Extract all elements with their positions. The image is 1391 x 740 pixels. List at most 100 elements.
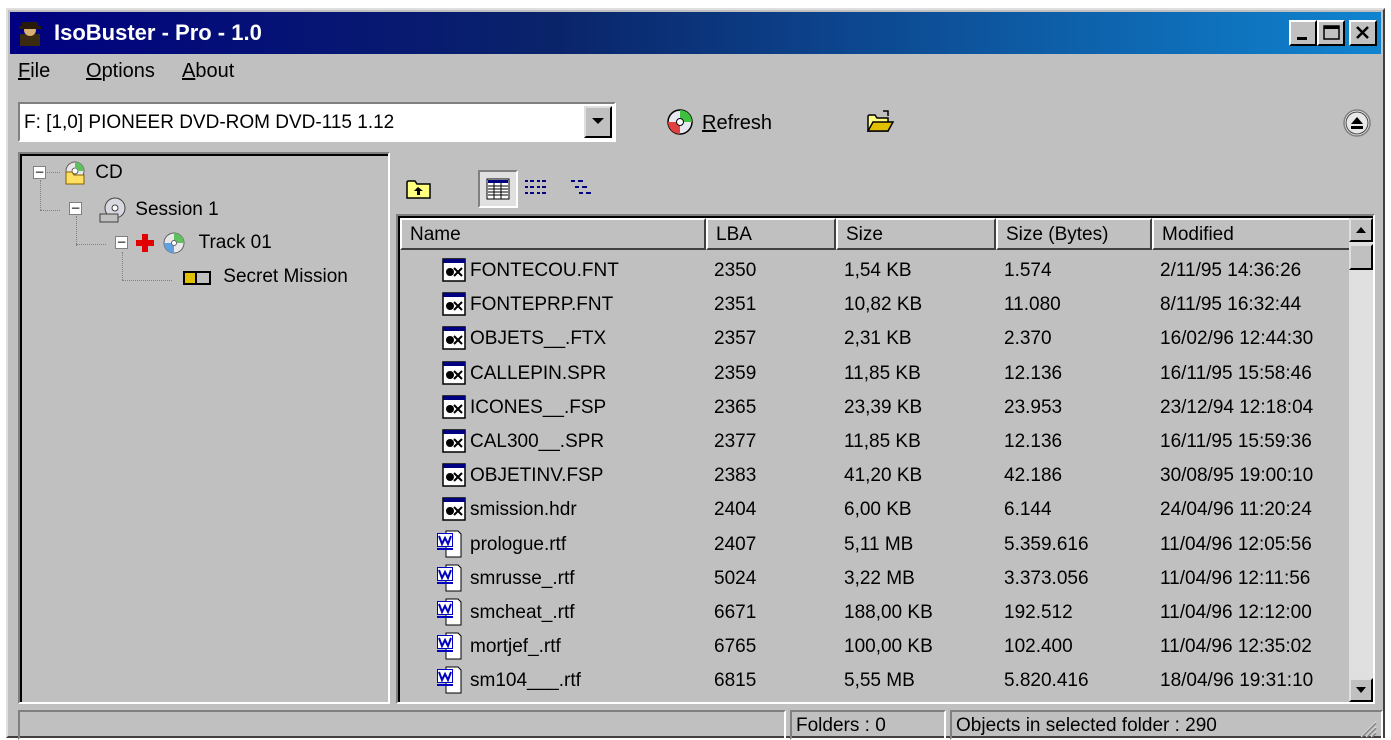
drive-select[interactable]: F: [1,0] PIONEER DVD-ROM DVD-115 1.12 — [18, 102, 616, 142]
file-pane: Name LBA Size Size (Bytes) Modified FONT… — [396, 152, 1375, 704]
file-row[interactable]: smrusse_.rtf 5024 3,22 MB 3.373.056 11/04/96… — [400, 562, 1352, 596]
file-row[interactable]: FONTECOU.FNT 2350 1,54 KB 1.574 2/11/95 14:3… — [400, 254, 1352, 288]
file-row[interactable]: CALLEPIN.SPR 2359 11,85 KB 12.136 16/11/95 1… — [400, 357, 1352, 391]
tree-node-cd[interactable]: CD — [62, 160, 123, 186]
file-size-bytes: 12.136 — [1004, 431, 1063, 452]
file-size-bytes: 5.359.616 — [1004, 533, 1089, 555]
tree-line — [76, 216, 77, 246]
folder-up-icon[interactable] — [406, 178, 432, 200]
scroll-thumb[interactable] — [1349, 244, 1373, 270]
file-size: 5,11 MB — [844, 533, 914, 555]
file-row[interactable]: ICONES__.FSP 2365 23,39 KB 23.953 23/12/94 1… — [400, 391, 1352, 425]
tree-collapse-toggle[interactable]: − — [115, 236, 128, 249]
word-document-icon — [437, 632, 462, 660]
status-panel-main — [18, 710, 786, 740]
file-size-bytes: 102.400 — [1004, 636, 1073, 658]
tree-view-icon[interactable] — [570, 178, 594, 200]
file-name: smcheat_.rtf — [470, 602, 575, 623]
file-size-bytes: 42.186 — [1004, 465, 1063, 487]
tree-collapse-toggle[interactable]: − — [69, 202, 82, 215]
file-lba: 2407 — [714, 533, 757, 555]
file-name: CAL300__.SPR — [470, 431, 605, 452]
column-header-size[interactable]: Size — [836, 218, 996, 250]
file-lba: 6671 — [714, 602, 757, 623]
file-size: 2,31 KB — [844, 328, 912, 350]
file-lba: 6765 — [714, 636, 757, 658]
scroll-down-button[interactable] — [1349, 678, 1373, 702]
menu-options-label: ptions — [101, 60, 155, 82]
tree-pane[interactable]: − CD − Session 1 − Track 01 Secret Missi… — [18, 152, 390, 704]
menu-file[interactable]: File — [18, 60, 50, 83]
file-row[interactable]: sm104___.rtf 6815 5,55 MB 5.820.416 18/04/96… — [400, 664, 1352, 698]
refresh-label: Refresh — [702, 112, 772, 135]
menu-about[interactable]: About — [182, 60, 234, 83]
drive-dropdown-button[interactable] — [584, 106, 612, 138]
file-size: 11,85 KB — [844, 431, 921, 452]
file-size-bytes: 192.512 — [1004, 602, 1073, 623]
column-header-lba[interactable]: LBA — [706, 218, 836, 250]
tree-node-session[interactable]: Session 1 — [98, 196, 219, 224]
file-modified: 24/04/96 11:20:24 — [1160, 499, 1312, 521]
file-modified: 11/04/96 12:05:56 — [1160, 533, 1312, 555]
arrow-down-icon — [1356, 687, 1366, 693]
menu-options-accel: O — [86, 60, 102, 82]
red-cross-icon — [136, 234, 154, 252]
column-header-modified[interactable]: Modified — [1152, 218, 1352, 250]
file-size-bytes: 6.144 — [1004, 499, 1052, 521]
executable-file-icon — [442, 326, 466, 351]
file-lba: 2365 — [714, 396, 757, 418]
tree-node-volume[interactable]: Secret Mission — [182, 266, 348, 288]
file-size-bytes: 1.574 — [1004, 260, 1052, 281]
close-icon — [1356, 26, 1369, 39]
tree-line — [40, 180, 41, 210]
arrow-up-icon — [1356, 227, 1366, 233]
file-size: 11,85 KB — [844, 362, 921, 384]
minimize-button[interactable] — [1289, 20, 1317, 46]
menu-options[interactable]: Options — [86, 60, 155, 83]
file-lba: 2377 — [714, 431, 757, 452]
word-document-icon — [437, 530, 462, 558]
open-folder-icon[interactable] — [866, 110, 894, 134]
status-objects: Objects in selected folder : 290 — [950, 710, 1383, 740]
file-row[interactable]: mortjef_.rtf 6765 100,00 KB 102.400 11/04/96… — [400, 630, 1352, 664]
title-bar[interactable]: IsoBuster - Pro - 1.0 — [10, 12, 1381, 54]
tree-node-track[interactable]: Track 01 — [134, 230, 272, 256]
file-row[interactable]: OBJETINV.FSP 2383 41,20 KB 42.186 30/08/95 1… — [400, 459, 1352, 493]
vertical-scrollbar[interactable] — [1349, 218, 1373, 702]
file-lba: 5024 — [714, 567, 757, 589]
file-row[interactable]: OBJETS__.FTX 2357 2,31 KB 2.370 16/02/96 12:… — [400, 322, 1352, 356]
file-row[interactable]: smcheat_.rtf 6671 188,00 KB 192.512 11/04/96… — [400, 596, 1352, 630]
file-row[interactable]: prologue.rtf 2407 5,11 MB 5.359.616 11/04/96… — [400, 528, 1352, 562]
resize-grip-icon[interactable] — [1357, 718, 1377, 738]
list-view-icon[interactable] — [524, 178, 548, 200]
file-row[interactable]: FONTEPRP.FNT 2351 10,82 KB 11.080 8/11/95 16… — [400, 288, 1352, 322]
view-toolbar — [396, 152, 1375, 214]
file-name: ICONES__.FSP — [470, 396, 607, 418]
refresh-button[interactable]: Refresh — [662, 106, 792, 138]
tree-node-volume-label: Secret Mission — [223, 266, 348, 288]
file-list[interactable]: Name LBA Size Size (Bytes) Modified FONT… — [396, 214, 1375, 704]
maximize-button[interactable] — [1317, 20, 1345, 46]
drive-select-value: F: [1,0] PIONEER DVD-ROM DVD-115 1.12 — [24, 112, 395, 133]
file-modified: 2/11/95 14:36:26 — [1160, 260, 1302, 281]
file-lba: 2359 — [714, 362, 757, 384]
file-size: 6,00 KB — [844, 499, 912, 521]
cd-refresh-icon — [667, 109, 693, 135]
column-header-row: Name LBA Size Size (Bytes) Modified — [400, 218, 1352, 250]
column-header-name[interactable]: Name — [400, 218, 706, 250]
menu-about-label: bout — [195, 60, 235, 82]
executable-file-icon — [442, 292, 466, 316]
file-lba: 2383 — [714, 465, 757, 487]
tree-inner: − CD − Session 1 − Track 01 Secret Missi… — [20, 154, 388, 702]
scroll-up-button[interactable] — [1349, 218, 1373, 242]
file-row[interactable]: smission.hdr 2404 6,00 KB 6.144 24/04/96 11:… — [400, 493, 1352, 527]
file-row[interactable]: CAL300__.SPR 2377 11,85 KB 12.136 16/11/95 1… — [400, 425, 1352, 459]
column-header-size-bytes[interactable]: Size (Bytes) — [996, 218, 1152, 250]
close-button[interactable] — [1349, 20, 1377, 46]
executable-file-icon — [442, 360, 466, 385]
tree-collapse-toggle[interactable]: − — [33, 166, 46, 179]
eject-icon[interactable] — [1342, 108, 1372, 138]
file-modified: 11/04/96 12:11:56 — [1160, 567, 1311, 589]
details-view-button[interactable] — [478, 170, 518, 208]
window-title: IsoBuster - Pro - 1.0 — [54, 20, 262, 45]
